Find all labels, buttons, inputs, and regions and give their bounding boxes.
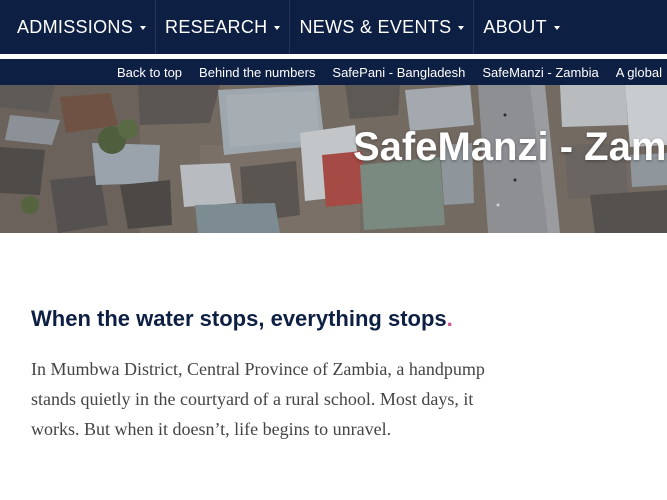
caret-down-icon — [553, 25, 560, 30]
nav-item-label: ABOUT — [483, 16, 547, 37]
section-link-safemanzi-zambia[interactable]: SafeManzi - Zambia — [482, 65, 598, 80]
nav-item-label: RESEARCH — [165, 16, 268, 37]
nav-item-label: NEWS & EVENTS — [299, 16, 452, 37]
section-link-safepani-bangladesh[interactable]: SafePani - Bangladesh — [332, 65, 465, 80]
hero-banner: SafeManzi - Zamb — [0, 85, 667, 233]
nav-item-label: ADMISSIONS — [17, 16, 134, 37]
page-section-navigation: Back to top Behind the numbers SafePani … — [0, 59, 667, 85]
section-link-a-global[interactable]: A global — [616, 65, 662, 80]
article-intro-paragraph: In Mumbwa District, Central Province of … — [31, 359, 485, 439]
nav-item-news-events[interactable]: NEWS & EVENTS — [290, 0, 475, 54]
nav-item-research[interactable]: RESEARCH — [156, 0, 291, 54]
nav-item-about[interactable]: ABOUT — [474, 0, 569, 54]
article-content: When the water stops, everything stops. … — [31, 306, 511, 444]
caret-down-icon — [458, 25, 465, 30]
caret-down-icon — [274, 25, 281, 30]
main-navigation: ADMISSIONS RESEARCH NEWS & EVENTS ABOUT — [0, 0, 667, 54]
caret-down-icon — [140, 25, 147, 30]
section-links: Back to top Behind the numbers SafePani … — [117, 59, 667, 85]
article-headline: When the water stops, everything stops. — [31, 306, 511, 332]
section-link-back-to-top[interactable]: Back to top — [117, 65, 182, 80]
headline-accent-dot: . — [446, 306, 453, 331]
hero-title: SafeManzi - Zamb — [353, 125, 667, 169]
headline-text: When the water stops, everything stops — [31, 306, 447, 331]
section-link-behind-the-numbers[interactable]: Behind the numbers — [199, 65, 315, 80]
nav-item-admissions[interactable]: ADMISSIONS — [0, 0, 157, 54]
